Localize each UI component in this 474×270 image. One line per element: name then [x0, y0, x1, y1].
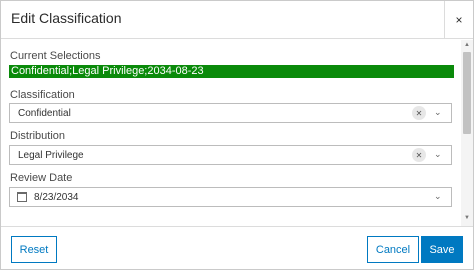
dialog-footer: Reset Cancel Save [1, 226, 473, 270]
dialog-header: Edit Classification × [1, 1, 473, 39]
classification-clear-icon[interactable]: ✕ [412, 106, 426, 120]
content-scrollbar[interactable]: ▲ ▼ [461, 40, 473, 226]
edit-classification-dialog: Edit Classification × Current Selections… [0, 0, 474, 270]
cancel-button[interactable]: Cancel [367, 236, 419, 263]
dialog-title: Edit Classification [11, 10, 122, 26]
classification-select[interactable]: Confidential ✕ ⌄ [9, 103, 452, 123]
review-date-label: Review Date [10, 172, 73, 184]
scroll-up-icon[interactable]: ▲ [464, 42, 470, 48]
classification-label: Classification [10, 89, 75, 101]
save-button[interactable]: Save [421, 236, 463, 263]
distribution-select[interactable]: Legal Privilege ✕ ⌄ [9, 145, 452, 165]
distribution-chevron-down-icon[interactable]: ⌄ [434, 149, 442, 160]
classification-value: Confidential [18, 108, 71, 119]
distribution-clear-icon[interactable]: ✕ [412, 148, 426, 162]
scroll-down-icon[interactable]: ▼ [464, 215, 470, 221]
dialog-content: Current Selections Confidential;Legal Pr… [1, 40, 461, 226]
review-date-chevron-down-icon[interactable]: ⌄ [434, 191, 442, 202]
current-selections-label: Current Selections [10, 50, 101, 62]
review-date-picker[interactable]: 8/23/2034 ⌄ [9, 187, 452, 207]
current-selections-value: Confidential;Legal Privilege;2034-08-23 [9, 65, 454, 78]
reset-button[interactable]: Reset [11, 236, 57, 263]
distribution-label: Distribution [10, 130, 66, 142]
classification-chevron-down-icon[interactable]: ⌄ [434, 107, 442, 118]
close-button[interactable]: × [444, 1, 473, 39]
distribution-value: Legal Privilege [18, 150, 84, 161]
review-date-value: 8/23/2034 [34, 192, 79, 203]
calendar-icon [17, 192, 27, 202]
scroll-thumb[interactable] [463, 52, 471, 134]
close-icon: × [455, 13, 463, 27]
